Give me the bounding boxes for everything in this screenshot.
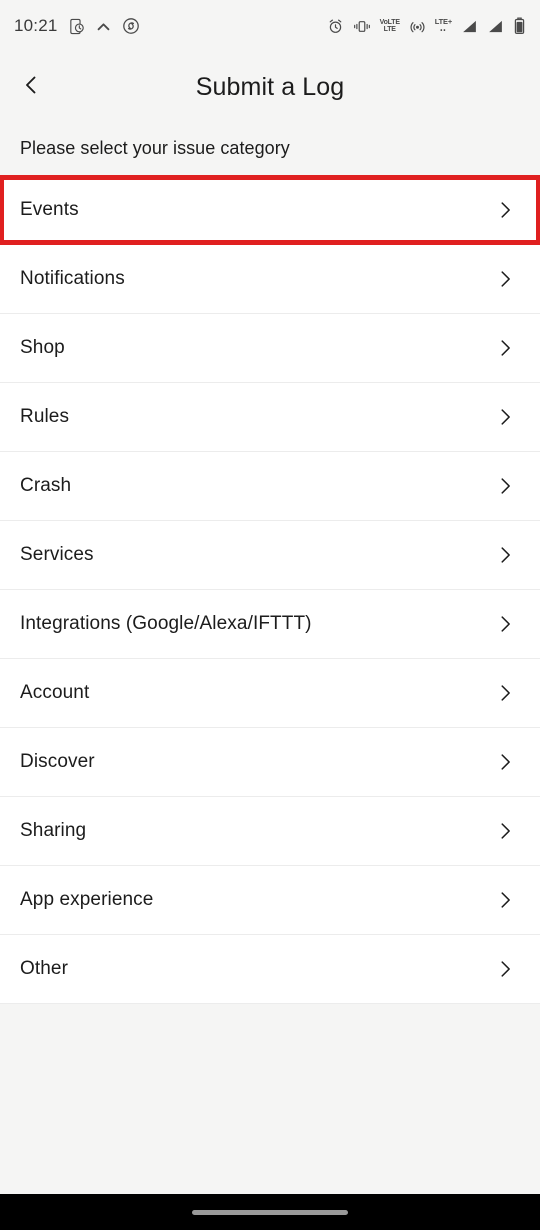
list-item[interactable]: Sharing — [0, 796, 540, 865]
list-bottom-separator — [0, 1003, 540, 1004]
list-item-label: Events — [20, 198, 79, 220]
list-item-label: App experience — [20, 888, 154, 910]
chevron-right-icon — [494, 199, 516, 221]
list-item-label: Discover — [20, 750, 95, 772]
phone-clock-icon — [68, 18, 85, 35]
category-list: Events Notifications Shop Rules Crash Service… — [0, 175, 540, 1003]
subtitle-bar: Please select your issue category — [0, 122, 540, 175]
status-bar: 10:21 VoLTE LTE LTE+ •• — [0, 0, 540, 52]
list-item-label: Account — [20, 681, 90, 703]
list-item[interactable]: Other — [0, 934, 540, 1003]
chevron-right-icon — [494, 751, 516, 773]
chevron-right-icon — [494, 958, 516, 980]
signal-bars-2-icon — [487, 18, 504, 35]
chevron-left-icon — [19, 73, 43, 102]
shazam-icon — [122, 17, 140, 35]
chevron-right-icon — [494, 544, 516, 566]
list-item[interactable]: Integrations (Google/Alexa/IFTTT) — [0, 589, 540, 658]
vibrate-icon — [353, 18, 371, 35]
lte-plus-icon: LTE+ •• — [434, 17, 452, 35]
chevron-right-icon — [494, 475, 516, 497]
list-item[interactable]: Rules — [0, 382, 540, 451]
home-gesture-pill[interactable] — [192, 1209, 348, 1215]
list-item[interactable]: Events — [0, 175, 540, 244]
list-item-label: Shop — [20, 336, 65, 358]
empty-area — [0, 1004, 540, 1194]
chevron-right-icon — [494, 406, 516, 428]
page-title: Submit a Log — [195, 72, 345, 101]
chevron-right-icon — [494, 889, 516, 911]
list-item-label: Other — [20, 957, 69, 979]
list-item[interactable]: App experience — [0, 865, 540, 934]
list-item-label: Integrations (Google/Alexa/IFTTT) — [20, 612, 312, 634]
list-item-label: Sharing — [20, 819, 87, 841]
phone-screen: 10:21 VoLTE LTE LTE+ •• Submit a Log Ple… — [0, 0, 540, 1230]
hotspot-icon — [409, 18, 426, 35]
list-item[interactable]: Notifications — [0, 244, 540, 313]
signal-bars-icon — [461, 18, 478, 35]
list-item[interactable]: Account — [0, 658, 540, 727]
status-bar-left: 10:21 — [14, 16, 140, 36]
chevron-right-icon — [494, 682, 516, 704]
chevron-right-icon — [494, 613, 516, 635]
battery-icon — [513, 17, 526, 35]
list-item-label: Crash — [20, 474, 72, 496]
app-header: Submit a Log — [0, 52, 540, 122]
status-bar-right: VoLTE LTE LTE+ •• — [327, 17, 526, 35]
alarm-clock-icon — [327, 18, 344, 35]
list-item-label: Services — [20, 543, 94, 565]
back-button[interactable] — [0, 56, 62, 118]
chevron-right-icon — [494, 820, 516, 842]
system-navigation-bar — [0, 1194, 540, 1230]
list-item-label: Rules — [20, 405, 70, 427]
list-item[interactable]: Crash — [0, 451, 540, 520]
chevron-right-icon — [494, 268, 516, 290]
list-item[interactable]: Shop — [0, 313, 540, 382]
chevron-up-icon — [95, 18, 112, 35]
list-item[interactable]: Discover — [0, 727, 540, 796]
status-bar-clock: 10:21 — [14, 16, 58, 35]
volte-icon: VoLTE LTE — [379, 19, 400, 33]
instruction-text: Please select your issue category — [20, 138, 290, 158]
list-item-label: Notifications — [20, 267, 125, 289]
list-item[interactable]: Services — [0, 520, 540, 589]
chevron-right-icon — [494, 337, 516, 359]
